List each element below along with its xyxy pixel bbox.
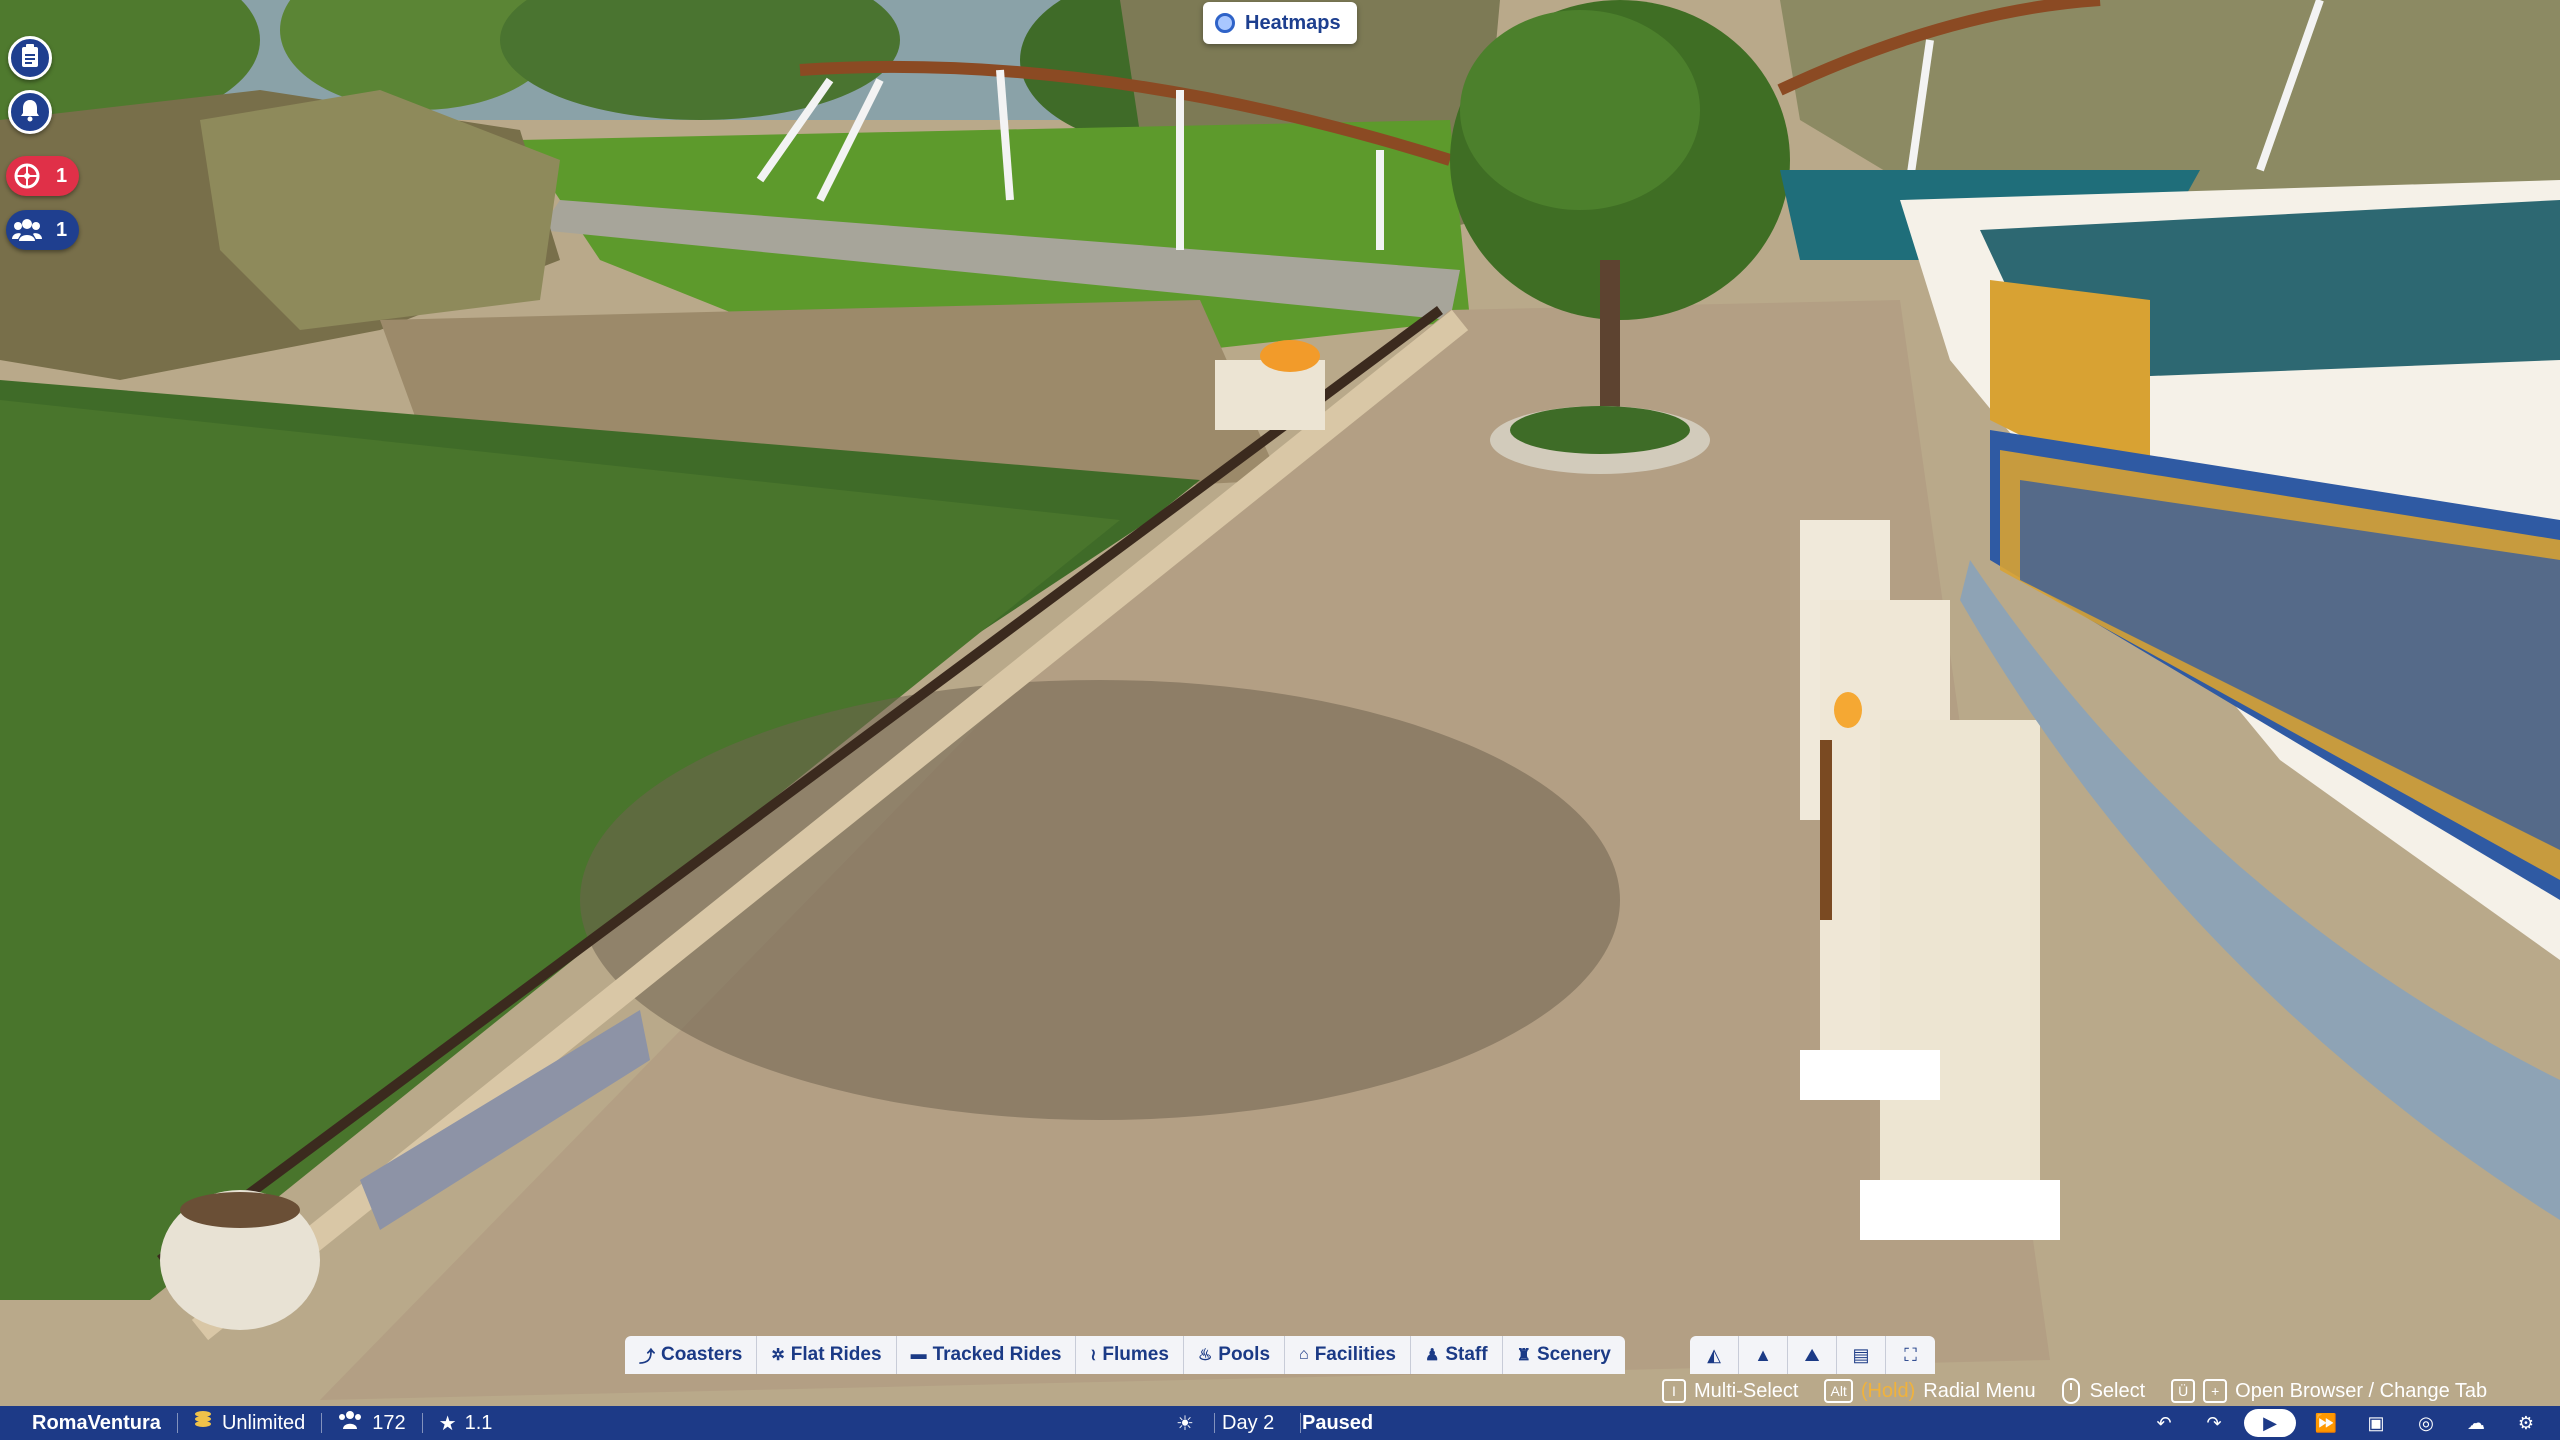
hint-multi-select: I Multi-Select — [1662, 1379, 1798, 1403]
photo-mode-icon: ◎ — [2418, 1412, 2434, 1433]
ride-alert-icon — [10, 159, 44, 193]
bell-icon — [19, 98, 41, 127]
coins-icon — [194, 1410, 212, 1436]
redo-icon: ↷ — [2206, 1412, 2222, 1433]
alerts-badge[interactable]: 1 — [6, 156, 80, 196]
flat-ride-icon: ✲ — [771, 1347, 785, 1364]
park-scene — [0, 0, 2560, 1440]
terrain-button[interactable]: ⛰ — [1788, 1336, 1837, 1374]
paths-icon: ◭ — [1707, 1344, 1721, 1365]
status-bar: RomaVentura Unlimited 172 ★ 1.1 ☀ Day 2 … — [0, 1406, 2560, 1440]
settings-button[interactable]: ⚙ — [2506, 1409, 2546, 1437]
paths-button[interactable]: ◭ — [1690, 1336, 1739, 1374]
guests-badge[interactable]: 1 — [6, 210, 80, 250]
game-viewport[interactable] — [0, 0, 2560, 1440]
money-display[interactable]: Unlimited — [194, 1410, 305, 1436]
park-rating-display[interactable]: ★ 1.1 — [439, 1411, 493, 1436]
camera-icon: ▣ — [2367, 1412, 2385, 1433]
terraform-icon: ▲ — [1754, 1344, 1772, 1365]
terrain-icon: ⛰ — [1804, 1344, 1820, 1365]
browser-key: Ü — [2171, 1379, 2196, 1403]
tab-tracked-rides[interactable]: ▬ Tracked Rides — [896, 1336, 1077, 1374]
facilities-icon: ⌂ — [1299, 1346, 1309, 1363]
coaster-icon: ⤴ — [639, 1349, 656, 1366]
camera-button[interactable]: ▣ — [2356, 1409, 2396, 1437]
tab-flat-rides[interactable]: ✲ Flat Rides — [757, 1336, 897, 1374]
heatmaps-label: Heatmaps — [1245, 11, 1341, 34]
photo-mode-button[interactable]: ◎ — [2406, 1409, 2446, 1437]
divider — [176, 1413, 178, 1433]
mouse-icon — [2061, 1378, 2080, 1404]
flume-icon: ≀ — [1090, 1347, 1097, 1364]
pool-icon: ♨ — [1197, 1347, 1213, 1364]
guests-group-icon — [10, 213, 44, 247]
weather-button[interactable]: ☁ — [2456, 1409, 2496, 1437]
blueprints-icon: ▤ — [1852, 1344, 1870, 1365]
tab-staff[interactable]: ♟ Staff — [1411, 1336, 1503, 1374]
park-management-button[interactable] — [8, 36, 52, 80]
game-controls: ↶ ↷ ▶ ⏩ ▣ ◎ ☁ ⚙ — [2134, 1406, 2546, 1440]
gear-icon: ⚙ — [2517, 1412, 2535, 1433]
tab-facilities[interactable]: ⌂ Facilities — [1285, 1336, 1412, 1374]
play-button[interactable]: ▶ — [2244, 1409, 2296, 1437]
hint-radial-menu: Alt (Hold) Radial Menu — [1824, 1379, 2036, 1403]
divider — [421, 1413, 423, 1433]
day-counter: Day 2 — [1222, 1411, 1275, 1434]
tab-pools[interactable]: ♨ Pools — [1183, 1336, 1286, 1374]
fast-forward-button[interactable]: ⏩ — [2306, 1409, 2346, 1437]
divider — [1300, 1413, 1301, 1433]
divider — [1214, 1413, 1215, 1433]
mode-toolbar: ◭ ▲ ⛰ ▤ ⛶ — [1690, 1336, 1935, 1374]
alerts-count: 1 — [56, 164, 68, 187]
redo-button[interactable]: ↷ — [2194, 1409, 2234, 1437]
clipboard-icon — [20, 43, 40, 73]
guest-count-display[interactable]: 172 — [338, 1410, 406, 1436]
build-toolbar: ⤴ Coasters ✲ Flat Rides ▬ Tracked Rides ≀ Fl… — [625, 1336, 1625, 1374]
heatmap-icon — [1215, 13, 1235, 33]
game-state: Paused — [1302, 1411, 1374, 1434]
tab-coasters[interactable]: ⤴ Coasters — [625, 1336, 758, 1374]
guests-alert-count: 1 — [56, 218, 68, 241]
staff-icon: ♟ — [1425, 1347, 1440, 1364]
tracked-ride-icon: ▬ — [910, 1346, 927, 1363]
tab-flumes[interactable]: ≀ Flumes — [1076, 1336, 1184, 1374]
plus-key: + — [2203, 1379, 2228, 1403]
notifications-button[interactable] — [8, 90, 52, 134]
scenery-icon: ♜ — [1516, 1347, 1531, 1364]
park-name[interactable]: RomaVentura — [32, 1412, 161, 1435]
tab-scenery[interactable]: ♜ Scenery — [1502, 1336, 1625, 1374]
hint-open-browser: Ü + Open Browser / Change Tab — [2171, 1379, 2487, 1403]
terraform-button[interactable]: ▲ — [1739, 1336, 1788, 1374]
blueprints-button[interactable]: ▤ — [1837, 1336, 1886, 1374]
control-hints: I Multi-Select Alt (Hold) Radial Menu Se… — [1662, 1374, 2513, 1408]
fullscreen-button[interactable]: ⛶ — [1886, 1336, 1935, 1374]
weather-icon: ☀ — [1176, 1412, 1194, 1435]
guests-icon — [338, 1410, 362, 1436]
fullscreen-icon: ⛶ — [1904, 1344, 1917, 1365]
hint-select: Select — [2061, 1378, 2145, 1404]
cloud-icon: ☁ — [2467, 1412, 2485, 1433]
undo-icon: ↶ — [2156, 1412, 2172, 1433]
alt-key: Alt — [1824, 1379, 1853, 1403]
undo-button[interactable]: ↶ — [2144, 1409, 2184, 1437]
play-icon: ▶ — [2263, 1412, 2277, 1433]
divider — [321, 1413, 323, 1433]
fast-forward-icon: ⏩ — [2314, 1412, 2338, 1433]
multi-select-key: I — [1662, 1379, 1686, 1403]
star-icon: ★ — [438, 1412, 457, 1435]
heatmaps-button[interactable]: Heatmaps — [1203, 2, 1357, 44]
